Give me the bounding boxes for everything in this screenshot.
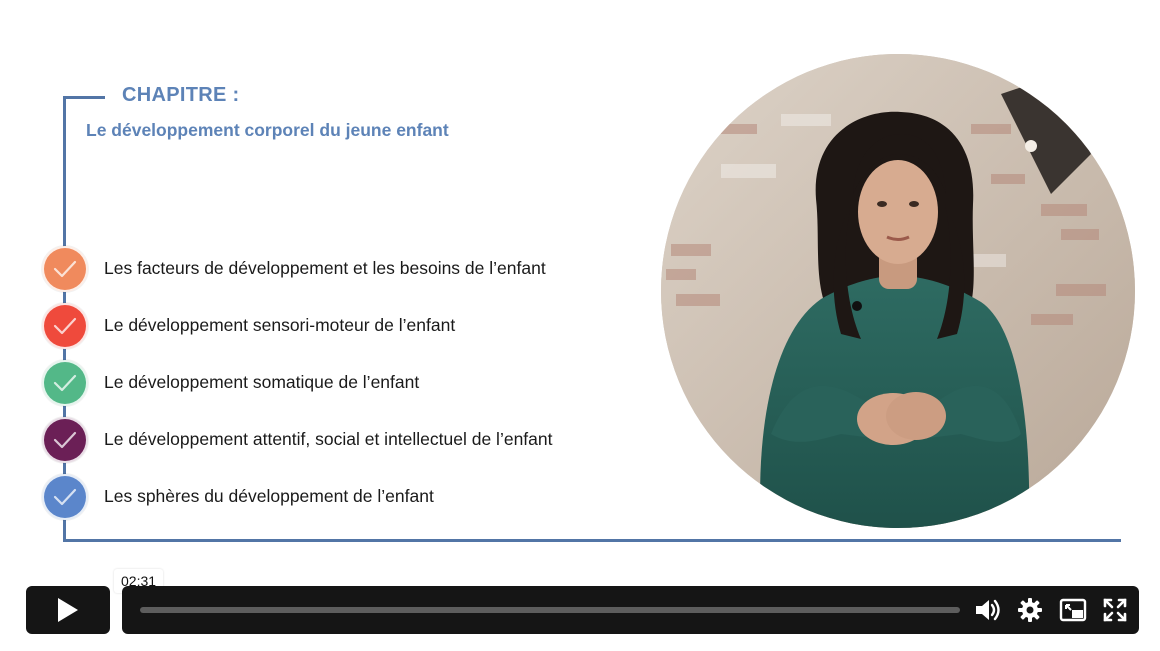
control-bar (122, 586, 1139, 634)
topic-item: Le développement somatique de l’enfant (42, 360, 642, 406)
chapter-heading: CHAPITRE : (122, 84, 240, 106)
topic-item: Les sphères du développement de l’enfant (42, 474, 642, 520)
play-button[interactable] (26, 586, 110, 634)
gear-icon (1018, 598, 1042, 622)
topic-label: Les facteurs de développement et les bes… (104, 258, 546, 278)
topic-label: Le développement sensori-moteur de l’enf… (104, 315, 456, 335)
presenter-video-circle (661, 54, 1135, 528)
topic-label: Les sphères du développement de l’enfant (104, 486, 434, 506)
progress-bar[interactable] (140, 607, 960, 613)
volume-icon (976, 599, 1000, 621)
settings-button[interactable] (1015, 596, 1045, 624)
topic-item: Les facteurs de développement et les bes… (42, 246, 642, 292)
topic-label: Le développement attentif, social et int… (104, 429, 553, 449)
fullscreen-button[interactable] (1100, 596, 1130, 624)
topic-item: Le développement sensori-moteur de l’enf… (42, 303, 642, 349)
presenter-image (661, 54, 1135, 528)
fullscreen-icon (1103, 598, 1127, 622)
chapter-frame-bottom-line (63, 539, 1121, 542)
check-icon (42, 474, 88, 520)
pip-button[interactable] (1058, 596, 1088, 624)
check-icon (42, 246, 88, 292)
topic-item: Le développement attentif, social et int… (42, 417, 642, 463)
video-frame[interactable]: CHAPITRE : Le développement corporel du … (0, 0, 1160, 651)
chapter-subtitle: Le développement corporel du jeune enfan… (86, 120, 449, 140)
volume-button[interactable] (973, 596, 1003, 624)
picture-in-picture-icon (1059, 598, 1087, 622)
check-icon (42, 360, 88, 406)
play-icon (58, 598, 78, 622)
chapter-frame-top-line (63, 96, 105, 99)
check-icon (42, 417, 88, 463)
check-icon (42, 303, 88, 349)
topic-label: Le développement somatique de l’enfant (104, 372, 420, 392)
